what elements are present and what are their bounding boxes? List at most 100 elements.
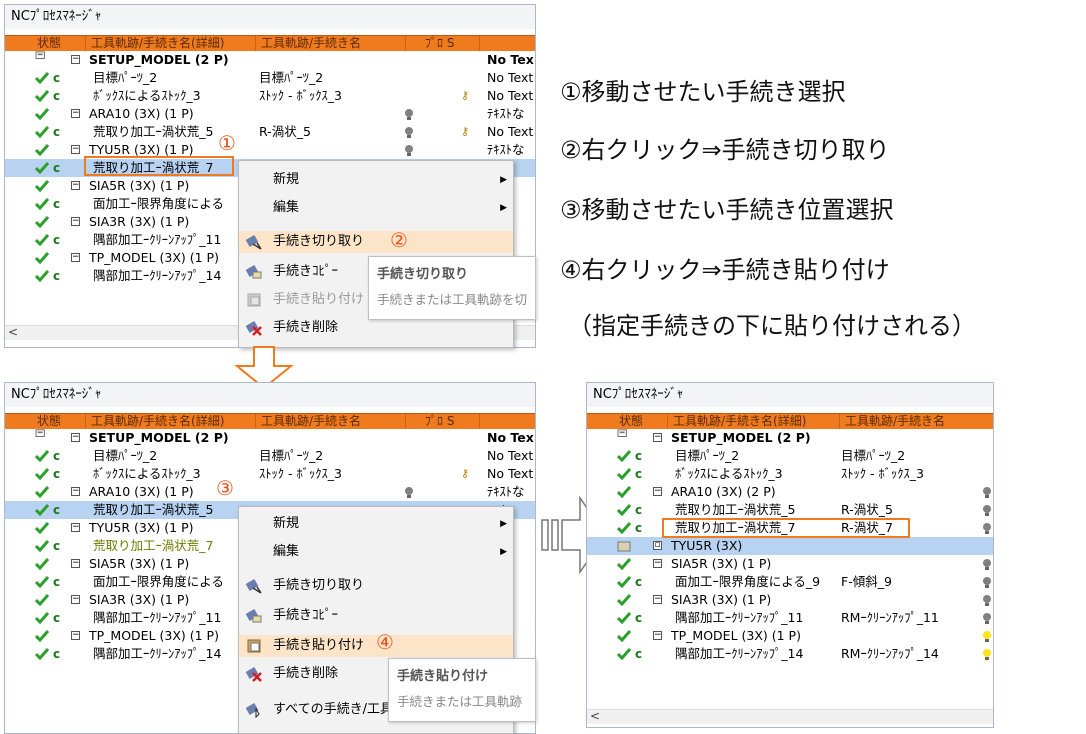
expander-icon[interactable]: − [653,487,662,496]
tree-row[interactable]: − SETUP_MODEL (2 P) [587,429,993,447]
scroll-left-icon[interactable]: < [8,325,18,339]
procedure-detail-name: 隅部加工ｰｸﾘｰﾝｱｯﾌﾟ_14 [93,268,222,283]
delete-procedure-icon [245,321,262,336]
menu-label: 新規 [273,516,300,531]
tree-row[interactable]: − SETUP_MODEL (2 P) No Tex [5,429,535,447]
procedure-name: R-渦状_5 [841,502,893,517]
callout-1: ① [218,131,236,155]
expander-icon[interactable]: − [71,631,80,640]
collapsed-node-icon[interactable]: ▫ [653,541,662,550]
tree-row[interactable]: c ﾎﾞｯｸｽによるｽﾄｯｸ_3 ｽﾄｯｸ - ﾎﾞｯｸｽ_3 ⚷ No Text [5,87,535,105]
tree-row[interactable]: c 面加工ｰ限界角度による_9 F-傾斜_9 [587,573,993,591]
procedure-name: R-渦状_5 [259,124,311,139]
menu-item-cut[interactable]: 手続き切り取り [239,575,513,597]
status-check-icon [616,648,632,661]
menu-item-delete[interactable]: 手続き削除 [239,317,513,339]
tree-row[interactable]: c 荒取り加工ｰ渦状荒_5 R-渦状_5 [587,501,993,519]
cut-procedure-icon [245,235,262,250]
status-check-icon [34,540,50,553]
tree-row[interactable]: c 目標ﾊﾟｰﾂ_2 目標ﾊﾟｰﾂ_2 No Text [5,69,535,87]
tree-row[interactable]: c 隅部加工ｰｸﾘｰﾝｱｯﾌﾟ_11 RMｰｸﾘｰﾝｱｯﾌﾟ_11 [587,609,993,627]
calc-status-icon: c [635,467,643,481]
expander-icon[interactable]: − [71,217,80,226]
lightbulb-icon [983,505,991,516]
tree-row[interactable]: − SETUP_MODEL (2 P) No Tex [5,51,535,69]
procedure-detail-name: SIA5R (3X) (1 P) [671,556,772,571]
tree-row[interactable]: − ARA10 (3X) (1 P) ﾃｷｽﾄな [5,105,535,123]
menu-item-new[interactable]: 新規 ▶ [239,513,513,535]
pasted-row-highlight [662,518,910,538]
procedure-detail-name: 目標ﾊﾟｰﾂ_2 [93,70,158,85]
tree-row[interactable]: − SIA3R (3X) (1 P) [587,591,993,609]
col-path-name[interactable]: 工具軌跡/手続き名 [261,414,361,429]
status-check-icon [616,522,632,535]
tree-row[interactable]: − TP_MODEL (3X) (1 P) [587,627,993,645]
lightbulb-icon [405,127,413,138]
submenu-arrow-icon: ▶ [500,547,507,557]
window-title: NCﾌﾟﾛｾｽﾏﾈｰｼﾞｬ [587,383,993,407]
tree-row[interactable]: c ﾎﾞｯｸｽによるｽﾄｯｸ_3 ｽﾄｯｸ - ﾎﾞｯｸｽ_3 [587,465,993,483]
tree-row[interactable]: ▫ TYU5R (3X) [587,537,993,555]
note-text: No Text [487,70,534,85]
expander-icon[interactable]: − [71,253,80,262]
menu-item-copy[interactable]: 手続きｺﾋﾟｰ [239,605,513,627]
col-path-name[interactable]: 工具軌跡/手続き名 [845,414,945,429]
setup-icon [35,49,49,61]
col-path-detail[interactable]: 工具軌跡/手続き名(詳細) [91,36,224,51]
procedure-detail-name: TYU5R (3X) (1 P) [89,520,194,535]
tree-row[interactable]: c 目標ﾊﾟｰﾂ_2 目標ﾊﾟｰﾂ_2 [587,447,993,465]
menu-label: 手続き貼り付け [273,292,365,307]
menu-label: 編集 [273,544,300,559]
expander-icon[interactable]: − [653,559,662,568]
tree-row[interactable]: − ARA10 (3X) (2 P) [587,483,993,501]
menu-item-new[interactable]: 新規 ▶ [239,169,513,191]
expander-icon[interactable]: − [653,595,662,604]
expander-icon[interactable]: − [71,523,80,532]
menu-item-edit[interactable]: 編集 ▶ [239,197,513,219]
lightbulb-icon [405,145,413,156]
procedure-detail-name: ARA10 (3X) (1 P) [89,106,194,121]
expander-icon[interactable]: − [653,631,662,640]
status-check-icon [616,612,632,625]
status-check-icon [34,144,50,157]
scroll-left-icon[interactable]: < [590,709,600,723]
expander-icon[interactable]: − [71,433,80,442]
tree-row[interactable]: c 目標ﾊﾟｰﾂ_2 目標ﾊﾟｰﾂ_2 No Text [5,447,535,465]
tree-row[interactable]: c 荒取り加工ｰ渦状荒_5 R-渦状_5 ⚷ No Text [5,123,535,141]
expander-icon[interactable]: − [71,145,80,154]
tree-row[interactable]: − SIA5R (3X) (1 P) [587,555,993,573]
menu-item-edit[interactable]: 編集 ▶ [239,541,513,563]
expander-icon[interactable]: − [653,433,662,442]
menu-item-cut[interactable]: 手続き切り取り [239,231,513,253]
copy-procedure-icon [245,265,262,279]
expander-icon[interactable]: − [71,55,80,64]
tree-row[interactable]: c ﾎﾞｯｸｽによるｽﾄｯｸ_3 ｽﾄｯｸ - ﾎﾞｯｸｽ_3 ⚷ No Text [5,465,535,483]
calc-status-icon: c [53,611,61,625]
procedure-detail-name: TYU5R (3X) [671,538,743,553]
col-pro-s[interactable]: ﾌﾟﾛ S [425,414,454,429]
calc-status-icon: c [53,125,61,139]
col-path-name[interactable]: 工具軌跡/手続き名 [261,36,361,51]
status-check-icon [34,522,50,535]
horizontal-scrollbar[interactable]: < [587,709,993,724]
procedure-detail-name: SIA5R (3X) (1 P) [89,178,190,193]
lightbulb-icon [405,109,413,120]
col-path-detail[interactable]: 工具軌跡/手続き名(詳細) [673,414,806,429]
expander-icon[interactable]: − [71,559,80,568]
tree-row[interactable]: c 隅部加工ｰｸﾘｰﾝｱｯﾌﾟ_14 RMｰｸﾘｰﾝｱｯﾌﾟ_14 [587,645,993,663]
col-pro-s[interactable]: ﾌﾟﾛ S [425,36,454,51]
procedure-detail-name: TP_MODEL (3X) (1 P) [671,628,801,643]
procedure-name: ｽﾄｯｸ - ﾎﾞｯｸｽ_3 [259,466,342,481]
copy-procedure-icon [245,609,262,623]
key-icon: ⚷ [461,125,470,138]
expander-icon[interactable]: − [71,109,80,118]
expander-icon[interactable]: − [71,181,80,190]
calc-status-icon: c [635,521,643,535]
tree-row[interactable]: − ARA10 (3X) (1 P) ﾃｷｽﾄな [5,483,535,501]
calc-status-icon: c [53,71,61,85]
expander-icon[interactable]: − [71,595,80,604]
procedure-detail-name: SIA5R (3X) (1 P) [89,556,190,571]
expander-icon[interactable]: − [71,487,80,496]
procedure-detail-name: 隅部加工ｰｸﾘｰﾝｱｯﾌﾟ_11 [675,610,804,625]
col-path-detail[interactable]: 工具軌跡/手続き名(詳細) [91,414,224,429]
